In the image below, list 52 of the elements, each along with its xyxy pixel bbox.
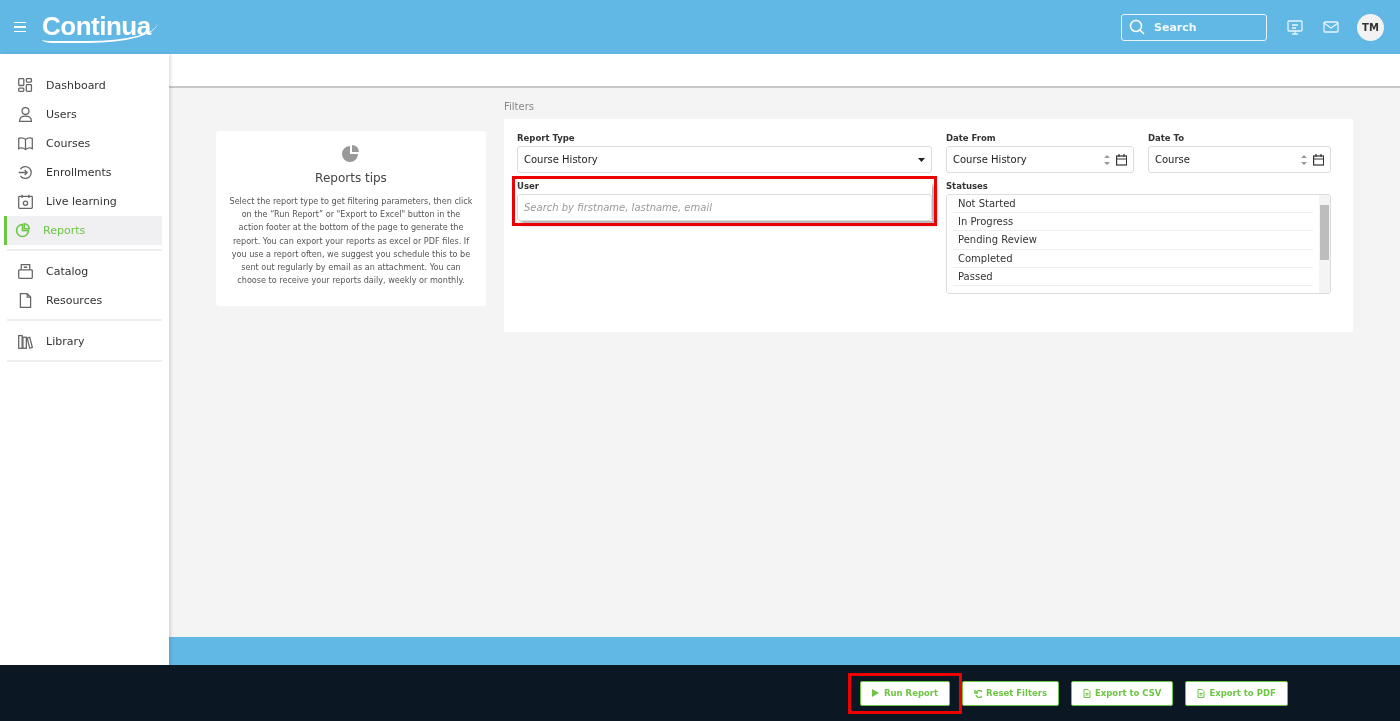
caret-icon [918,157,925,162]
statuses-list[interactable]: Not Started In Progress Pending Review Completed Passed [946,194,1331,294]
monitor-icon[interactable] [1287,19,1303,35]
sidebar-item[interactable]: Library [7,327,162,356]
calendar-icon [1116,153,1127,166]
book-icon [17,135,34,152]
field-label: User [517,181,540,191]
document-icon [1083,688,1091,698]
search-field[interactable]: Search [1121,13,1267,41]
report-type-dropdown[interactable]: Course History [517,146,932,173]
status-option[interactable]: Completed [953,249,1313,268]
reset-icon [974,688,983,698]
tips-title: Reports tips [315,171,387,185]
play-icon [872,688,880,698]
status-option[interactable]: Pending Review [953,231,1313,250]
file-icon [17,292,34,309]
status-option[interactable]: Passed [953,267,1313,286]
field-label: Report Type [517,133,576,143]
field-label: Statuses [946,181,989,191]
catalog-icon [17,263,34,280]
user-search-field[interactable]: Search by firstname, lastname, email [517,194,932,221]
pie-chart-icon [342,145,360,163]
scrollbar[interactable] [1319,195,1330,293]
tips-text: Select the report type to get filtering parameters, then click on the “Run Report” or "Export to Excel" button in the action footer at the bottom of the page to generate the report. You can export your reports as excel or PDF files. If you use a report often, we suggest you schedule this to be sent out regularly by email as an attachment. You can choose to receive your reports daily, weekly or monthly. [228,195,474,288]
document-icon [1197,688,1206,698]
sidebar-item[interactable]: Courses [7,129,162,158]
books-icon [17,333,34,350]
calendar-icon [17,193,34,210]
spinner-icon [1301,154,1307,165]
dashboard-icon [17,77,34,94]
sidebar-item[interactable]: Catalog [7,257,162,286]
sidebar-item[interactable]: Dashboard [7,71,162,100]
sidebar-item[interactable]: Enrollments [7,158,162,187]
filters-heading: Filters [504,100,535,114]
field-label: Date To [1148,133,1186,143]
field-label: Date From [946,133,997,143]
sidebar-item[interactable]: Resources [7,286,162,315]
mail-icon[interactable] [1323,21,1339,33]
pie-chart-icon [14,222,31,239]
menu-icon[interactable] [14,21,26,33]
date-to-field[interactable]: Course [1148,146,1331,173]
avatar[interactable]: TM [1357,13,1384,41]
user-icon [17,106,34,123]
sidebar-item[interactable]: Live learning [7,187,162,216]
date-from-field[interactable]: Course History [946,146,1134,173]
search-icon [1129,18,1145,35]
sidebar-item[interactable]: Users [7,100,162,129]
status-option[interactable]: In Progress [953,213,1313,232]
sign-in-icon [17,164,34,181]
calendar-icon [1313,153,1324,166]
status-option[interactable]: Not Started [953,195,1313,214]
spinner-icon [1104,154,1110,165]
